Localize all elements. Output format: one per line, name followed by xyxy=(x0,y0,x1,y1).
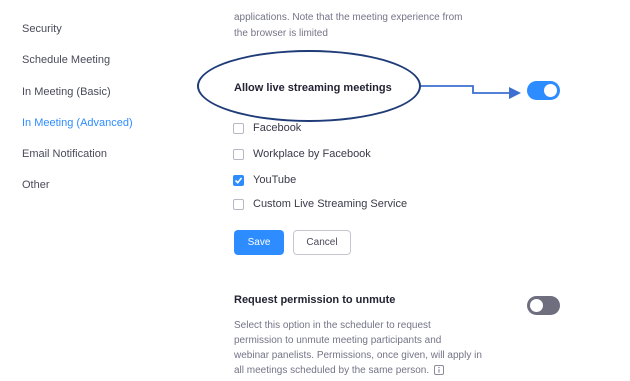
info-icon[interactable] xyxy=(434,365,445,376)
toggle-knob xyxy=(530,299,543,312)
check-icon xyxy=(234,176,243,184)
save-button[interactable]: Save xyxy=(234,230,284,255)
youtube-checkbox[interactable] xyxy=(233,174,244,186)
custom-streaming-checkbox[interactable] xyxy=(233,198,244,210)
facebook-checkbox[interactable] xyxy=(233,122,244,134)
option-custom-live-streaming[interactable]: Custom Live Streaming Service xyxy=(233,196,407,212)
description-line: Select this option in the scheduler to r… xyxy=(234,320,431,331)
facebook-label: Facebook xyxy=(253,122,302,134)
toggle-knob xyxy=(544,84,557,97)
workplace-label: Workplace by Facebook xyxy=(253,148,371,160)
custom-streaming-label: Custom Live Streaming Service xyxy=(253,198,408,210)
youtube-label: YouTube xyxy=(253,174,297,186)
cancel-button[interactable]: Cancel xyxy=(293,230,351,255)
description-line: webinar panelists. Permissions, once giv… xyxy=(234,350,482,361)
description-line-last: all meetings scheduled by the same perso… xyxy=(234,363,524,378)
option-facebook[interactable]: Facebook xyxy=(233,120,301,136)
option-workplace-by-facebook[interactable]: Workplace by Facebook xyxy=(233,146,371,162)
request-unmute-description: Select this option in the scheduler to r… xyxy=(234,318,524,378)
description-line-text: all meetings scheduled by the same perso… xyxy=(234,365,430,376)
description-line: permission to unmute meeting participant… xyxy=(234,335,442,346)
workplace-checkbox[interactable] xyxy=(233,148,244,160)
live-streaming-title: Allow live streaming meetings xyxy=(234,82,392,94)
request-unmute-title: Request permission to unmute xyxy=(234,294,396,306)
option-youtube[interactable]: YouTube xyxy=(233,172,296,188)
request-unmute-toggle[interactable] xyxy=(527,296,560,315)
live-streaming-toggle[interactable] xyxy=(527,81,560,100)
